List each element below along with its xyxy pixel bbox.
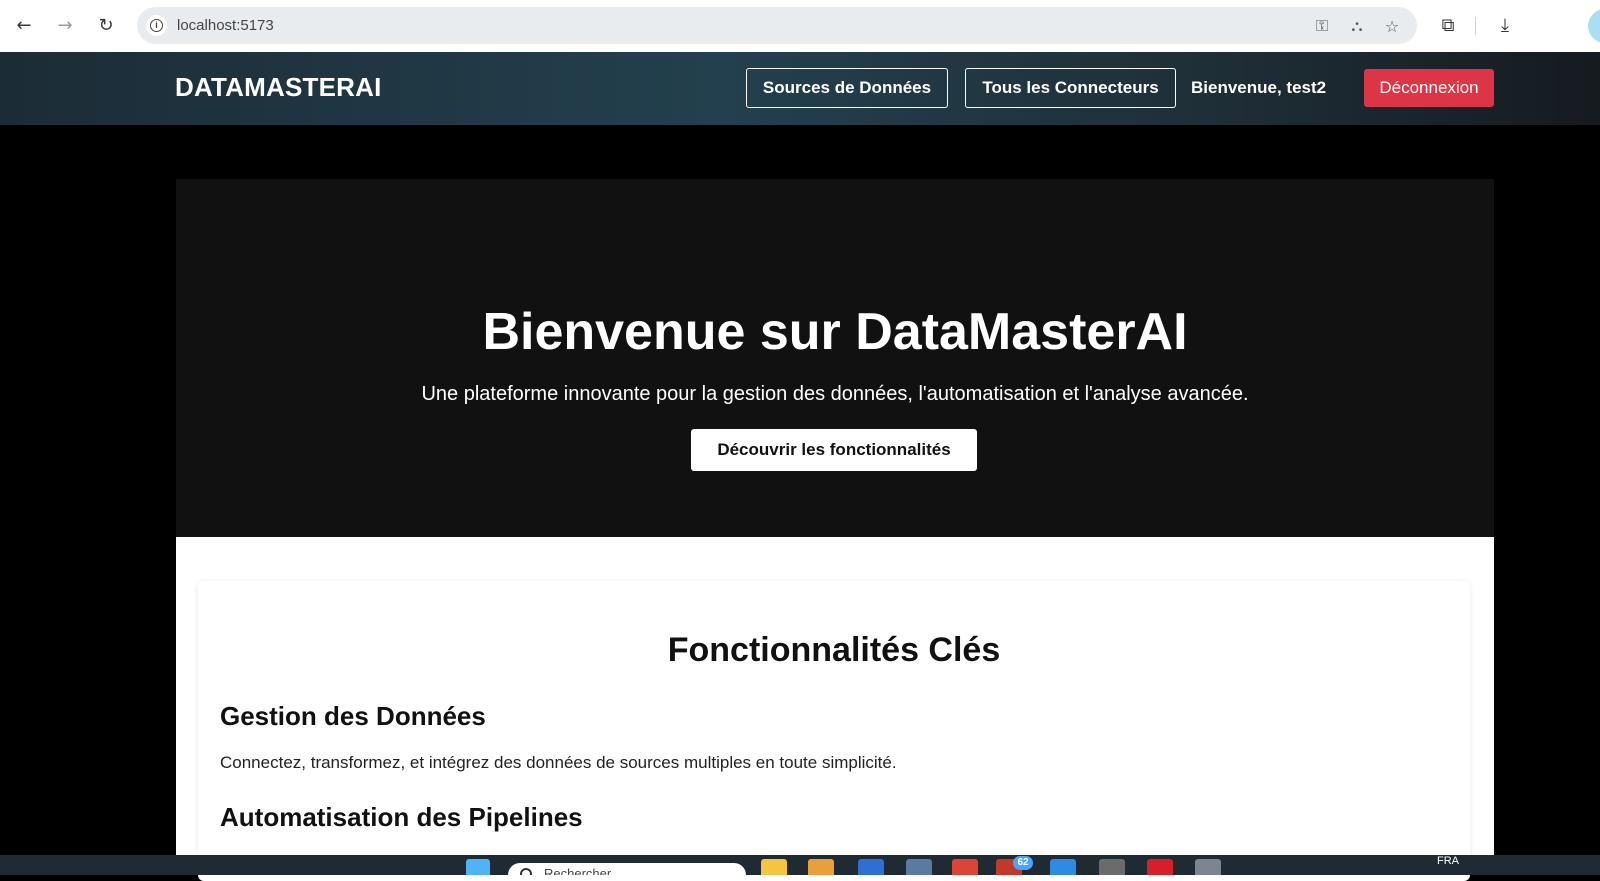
brand-logo[interactable]: DATAMASTERAI (175, 72, 382, 103)
os-taskbar: Rechercher 62 FRA (0, 855, 1600, 875)
toolbar-divider (1475, 17, 1476, 35)
discover-features-button[interactable]: Découvrir les fonctionnalités (691, 429, 977, 471)
app-icon[interactable] (1147, 859, 1173, 875)
app-icon[interactable] (1195, 859, 1221, 875)
vscode-icon[interactable] (1050, 859, 1076, 875)
profile-avatar[interactable] (1588, 8, 1600, 44)
search-icon (520, 868, 532, 875)
chrome-icon[interactable] (952, 859, 978, 875)
features-title: Fonctionnalités Clés (667, 631, 1001, 669)
features-card: Fonctionnalités Clés Gestion des Données… (198, 581, 1470, 881)
hero-subtitle: Une plateforme innovante pour la gestion… (421, 383, 1249, 405)
sources-button[interactable]: Sources de Données (746, 68, 948, 108)
logout-button[interactable]: Déconnexion (1364, 69, 1494, 107)
file-explorer-icon[interactable] (761, 859, 787, 875)
back-icon[interactable]: ← (11, 12, 37, 38)
feature-heading: Automatisation des Pipelines (220, 802, 583, 832)
connectors-button[interactable]: Tous les Connecteurs (965, 68, 1176, 108)
star-icon[interactable]: ☆ (1382, 16, 1402, 36)
windows-start-icon[interactable] (466, 859, 490, 875)
address-bar[interactable]: i localhost:5173 ⚿ ⛬ ☆ (137, 7, 1417, 44)
taskbar-search-placeholder: Rechercher (544, 866, 612, 875)
welcome-text: Bienvenue, test2 (1191, 78, 1327, 97)
app-icon[interactable] (808, 859, 834, 875)
feature-description: Connectez, transformez, et intégrez des … (220, 753, 897, 772)
app-icon[interactable] (1099, 859, 1125, 875)
reload-icon[interactable]: ↻ (93, 12, 119, 38)
app-icon[interactable] (906, 859, 932, 875)
translate-icon[interactable]: ⛬ (1347, 16, 1367, 36)
taskbar-search[interactable]: Rechercher (508, 863, 746, 875)
download-icon[interactable]: ⤓ (1492, 12, 1518, 38)
language-indicator[interactable]: FRA (1437, 855, 1459, 867)
forward-icon[interactable]: → (52, 12, 78, 38)
key-icon[interactable]: ⚿ (1312, 16, 1332, 36)
feature-heading: Gestion des Données (220, 701, 486, 731)
app-header: DATAMASTERAI Sources de Données Tous les… (0, 52, 1600, 125)
notification-badge: 62 (1013, 856, 1033, 870)
extensions-icon[interactable]: ⧉ (1435, 12, 1461, 38)
features-section: Fonctionnalités Clés Gestion des Données… (176, 537, 1494, 881)
browser-toolbar: ← → ↻ i localhost:5173 ⚿ ⛬ ☆ ⧉ ⤓ (0, 0, 1600, 52)
hero-section: Bienvenue sur DataMasterAI Une plateform… (176, 179, 1494, 537)
site-info-icon[interactable]: i (146, 15, 167, 36)
hero-title: Bienvenue sur DataMasterAI (482, 303, 1188, 361)
address-bar-url[interactable]: localhost:5173 (177, 17, 274, 34)
app-icon[interactable] (858, 859, 884, 875)
